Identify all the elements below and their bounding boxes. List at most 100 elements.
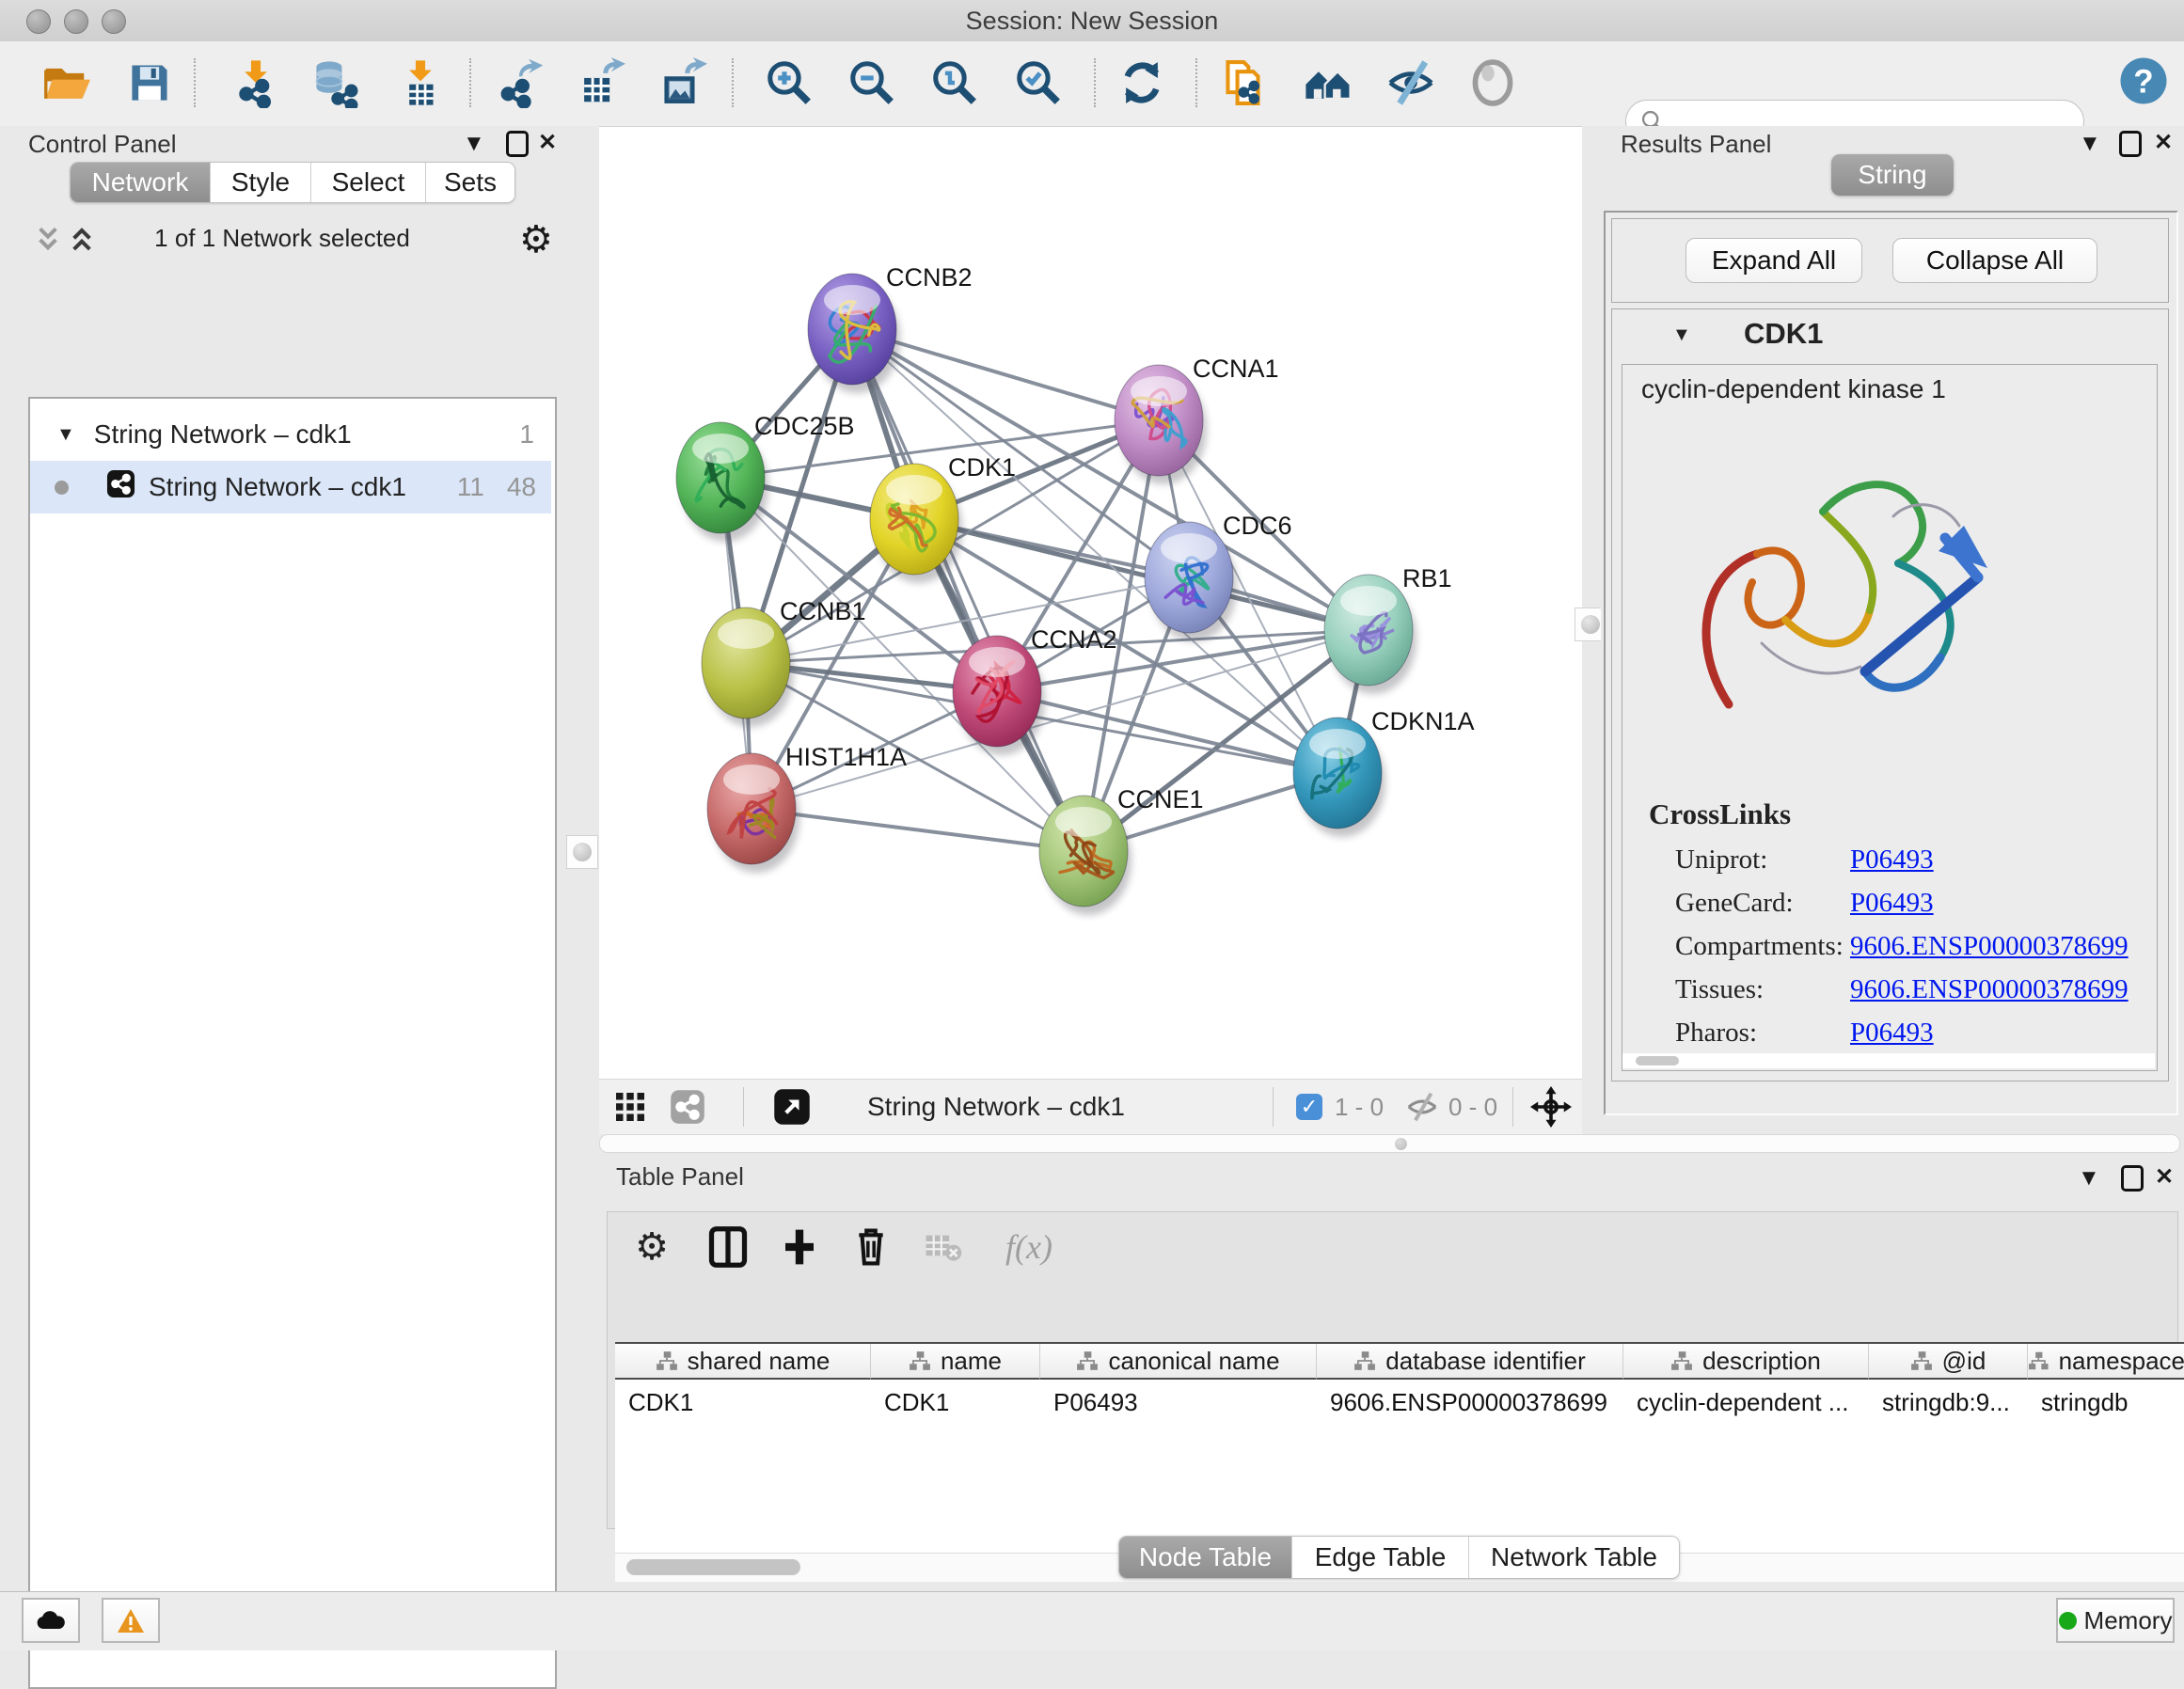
crosslink-url[interactable]: 9606.ENSP00000378699 <box>1850 974 2129 1018</box>
birds-eye-pan-icon[interactable] <box>1530 1080 1572 1134</box>
table-cell[interactable]: stringdb <box>2028 1381 2184 1423</box>
network-node[interactable]: CDK1 <box>870 453 1016 575</box>
export-image-icon[interactable] <box>656 55 708 110</box>
zoom-out-icon[interactable] <box>846 55 898 110</box>
table-panel-splitter[interactable] <box>599 1134 2180 1153</box>
network-collection-row[interactable]: ▼ String Network – cdk1 1 <box>30 408 551 461</box>
table-cell[interactable]: CDK1 <box>615 1381 871 1423</box>
results-panel-close-icon[interactable]: ✕ <box>2154 131 2173 155</box>
cloud-status-button[interactable] <box>22 1598 80 1643</box>
collection-expander-icon[interactable]: ▼ <box>56 424 75 446</box>
import-database-icon[interactable] <box>308 55 360 110</box>
network-share-icon[interactable] <box>670 1080 705 1134</box>
tab-string[interactable]: String <box>1831 154 1954 196</box>
import-network-icon[interactable] <box>229 55 282 110</box>
function-builder-icon[interactable]: f(x) <box>991 1223 1067 1271</box>
crosslink-url[interactable]: P06493 <box>1850 888 1934 931</box>
selected-checkbox-icon[interactable]: ✓ <box>1296 1080 1322 1134</box>
network-label: String Network – cdk1 <box>149 472 406 502</box>
table-cell[interactable]: 9606.ENSP00000378699 <box>1317 1381 1623 1423</box>
network-graph[interactable]: CCNB2CCNA1CDC25BCDK1CDC6RB1CCNB1CCNA2CDK… <box>599 127 1582 1080</box>
add-column-icon[interactable] <box>776 1223 823 1271</box>
column-header-description[interactable]: description <box>1623 1344 1869 1380</box>
tab-sets[interactable]: Sets <box>426 163 514 202</box>
control-panel-maximize-icon[interactable] <box>506 131 529 157</box>
expand-all-button[interactable]: Expand All <box>1685 238 1862 283</box>
hide-selection-eye-icon[interactable] <box>1385 55 1437 110</box>
hidden-eye-icon[interactable] <box>1404 1080 1440 1134</box>
tab-network-table[interactable]: Network Table <box>1469 1537 1679 1578</box>
delete-column-trash-icon[interactable] <box>847 1223 894 1271</box>
network-node[interactable]: HIST1H1A <box>707 743 907 864</box>
network-canvas[interactable]: CCNB2CCNA1CDC25BCDK1CDC6RB1CCNB1CCNA2CDK… <box>599 126 1582 1080</box>
export-table-icon[interactable] <box>574 55 626 110</box>
tab-edge-table[interactable]: Edge Table <box>1292 1537 1469 1578</box>
zoom-selected-icon[interactable] <box>1012 55 1065 110</box>
collapse-all-button[interactable]: Collapse All <box>1892 238 2097 283</box>
column-header-name[interactable]: name <box>871 1344 1040 1380</box>
refresh-icon[interactable] <box>1116 55 1168 110</box>
network-node[interactable]: RB1 <box>1324 564 1452 686</box>
copy-share-icon[interactable] <box>1219 55 1272 110</box>
gene-symbol: CDK1 <box>1744 317 1823 351</box>
left-splitter[interactable] <box>564 126 599 1134</box>
memory-button[interactable]: Memory <box>2056 1598 2175 1643</box>
results-panel-maximize-icon[interactable] <box>2119 131 2142 157</box>
node-label: CCNA2 <box>1031 625 1117 654</box>
toolbar-separator <box>194 58 196 107</box>
table-cell[interactable]: P06493 <box>1040 1381 1317 1423</box>
export-network-icon[interactable] <box>493 55 546 110</box>
grid-view-icon[interactable] <box>613 1080 647 1134</box>
zoom-in-icon[interactable] <box>763 55 815 110</box>
table-cell[interactable]: stringdb:9... <box>1869 1381 2028 1423</box>
open-in-window-icon[interactable] <box>773 1080 811 1134</box>
help-icon[interactable]: ? <box>2117 54 2170 108</box>
table-panel-maximize-icon[interactable] <box>2121 1165 2144 1192</box>
collection-label: String Network – cdk1 <box>94 419 352 450</box>
control-panel-float-icon[interactable]: ▼ <box>463 132 485 156</box>
column-header-id[interactable]: @id <box>1869 1344 2028 1380</box>
tab-select[interactable]: Select <box>311 163 426 202</box>
show-columns-icon[interactable] <box>704 1223 752 1271</box>
tab-style[interactable]: Style <box>211 163 311 202</box>
import-table-icon[interactable] <box>394 55 447 110</box>
results-panel-float-icon[interactable]: ▼ <box>2079 132 2101 156</box>
table-hscrollbar-thumb[interactable] <box>626 1559 800 1575</box>
left-splitter-handle[interactable] <box>566 835 598 869</box>
crosslink-url[interactable]: 9606.ENSP00000378699 <box>1850 931 2129 974</box>
table-panel-float-icon[interactable]: ▼ <box>2078 1166 2100 1191</box>
save-session-icon[interactable] <box>123 55 176 110</box>
column-header-namespace[interactable]: namespace <box>2028 1344 2184 1380</box>
tab-node-table[interactable]: Node Table <box>1119 1537 1292 1578</box>
open-session-icon[interactable] <box>39 55 91 110</box>
crosslink-label: GeneCard: <box>1675 888 1850 931</box>
control-panel-close-icon[interactable]: ✕ <box>538 131 557 155</box>
results-hscrollbar-thumb[interactable] <box>1636 1056 1679 1065</box>
column-type-icon <box>1670 1350 1693 1371</box>
delete-table-icon[interactable] <box>920 1223 967 1271</box>
table-cell[interactable]: CDK1 <box>871 1381 1040 1423</box>
network-edge <box>914 519 1369 630</box>
table-cell[interactable]: cyclin-dependent ... <box>1623 1381 1869 1423</box>
column-header-database-identifier[interactable]: database identifier <box>1317 1344 1623 1380</box>
column-type-icon <box>1910 1350 1933 1371</box>
table-gear-icon[interactable]: ⚙ <box>628 1223 675 1271</box>
home-pages-icon[interactable] <box>1302 55 1354 110</box>
column-header-canonical-name[interactable]: canonical name <box>1040 1344 1317 1380</box>
crosslink-label: Tissues: <box>1675 974 1850 1018</box>
table-panel-close-icon[interactable]: ✕ <box>2155 1165 2174 1190</box>
gene-expander-icon[interactable]: ▼ <box>1672 324 1691 346</box>
crosslink-url[interactable]: P06493 <box>1850 844 1934 888</box>
control-panel: Control Panel ▼ ✕ Network Style Select S… <box>0 126 564 1583</box>
right-splitter[interactable] <box>1582 126 1601 1134</box>
tab-network[interactable]: Network <box>71 163 211 202</box>
results-hscrollbar[interactable] <box>1622 1053 2155 1068</box>
string-results-container: Expand All Collapse All ▼ CDK1 cyclin-de… <box>1604 211 2178 1115</box>
column-header-shared-name[interactable]: shared name <box>615 1344 871 1380</box>
show-preview-eye-icon[interactable] <box>1466 55 1519 110</box>
network-options-gear-icon[interactable]: ⚙ <box>519 218 553 261</box>
network-row-selected[interactable]: String Network – cdk1 11 48 <box>30 461 551 513</box>
gene-description: cyclin-dependent kinase 1 <box>1641 374 1946 404</box>
zoom-fit-icon[interactable] <box>928 55 981 110</box>
warnings-button[interactable] <box>102 1598 160 1643</box>
